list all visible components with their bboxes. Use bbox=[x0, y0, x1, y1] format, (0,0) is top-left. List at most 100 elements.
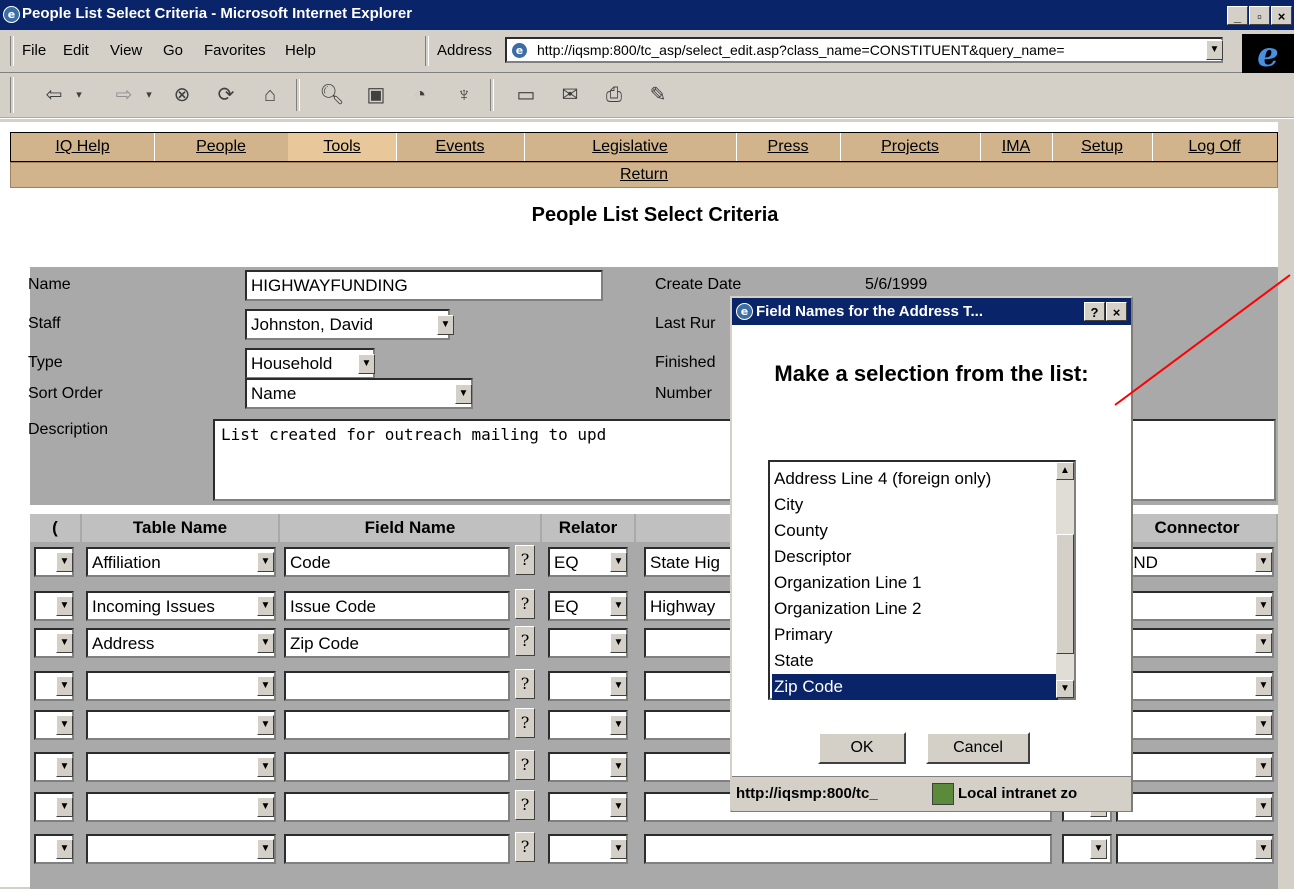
nav-press[interactable]: Press bbox=[736, 133, 841, 161]
nav-people[interactable]: People bbox=[154, 133, 289, 161]
connector-select[interactable] bbox=[1116, 671, 1274, 701]
relator-dropdown-button[interactable]: ▼ bbox=[610, 797, 627, 817]
paren-dropdown-button[interactable]: ▼ bbox=[56, 839, 73, 859]
connector-select[interactable] bbox=[1116, 834, 1274, 864]
forward-icon[interactable]: ⇨ bbox=[110, 81, 138, 109]
table-name-select[interactable] bbox=[86, 752, 276, 782]
field-name-input[interactable] bbox=[284, 752, 510, 782]
field-lookup-button[interactable]: ? bbox=[515, 750, 535, 780]
connector-select[interactable] bbox=[1116, 591, 1274, 621]
menu-file[interactable]: File bbox=[22, 42, 46, 59]
nav-tools[interactable]: Tools bbox=[288, 133, 397, 161]
table-name-dropdown-button[interactable]: ▼ bbox=[257, 797, 274, 817]
fullscreen-icon[interactable]: ▭ bbox=[512, 81, 540, 109]
scroll-up-button[interactable]: ▲ bbox=[1056, 462, 1074, 480]
sort-order-dropdown-button[interactable]: ▼ bbox=[455, 384, 472, 404]
table-name-dropdown-button[interactable]: ▼ bbox=[257, 839, 274, 859]
back-dropdown-icon[interactable]: ▾ bbox=[65, 81, 93, 109]
connector-dropdown-button[interactable]: ▼ bbox=[1255, 797, 1272, 817]
field-lookup-button[interactable]: ? bbox=[515, 669, 535, 699]
list-option[interactable]: Address Line 4 (foreign only) bbox=[772, 466, 1058, 492]
nav-events[interactable]: Events bbox=[396, 133, 525, 161]
field-name-input[interactable] bbox=[284, 671, 510, 701]
menu-favorites[interactable]: Favorites bbox=[204, 42, 266, 59]
paren-dropdown-button[interactable]: ▼ bbox=[56, 552, 73, 572]
dialog-help-button[interactable]: ? bbox=[1084, 302, 1105, 321]
nav-legislative[interactable]: Legislative bbox=[524, 133, 737, 161]
field-name-input[interactable]: Issue Code bbox=[284, 591, 510, 621]
field-name-input[interactable] bbox=[284, 834, 510, 864]
address-dropdown-button[interactable]: ▼ bbox=[1206, 40, 1223, 60]
nav-setup[interactable]: Setup bbox=[1052, 133, 1153, 161]
field-lookup-button[interactable]: ? bbox=[515, 790, 535, 820]
table-name-select[interactable]: Address bbox=[86, 628, 276, 658]
nav-ima[interactable]: IMA bbox=[980, 133, 1053, 161]
list-option[interactable]: Organization Line 2 bbox=[772, 596, 1058, 622]
list-option[interactable]: Zip Code bbox=[772, 674, 1058, 700]
connector-dropdown-button[interactable]: ▼ bbox=[1255, 757, 1272, 777]
paren-dropdown-button[interactable]: ▼ bbox=[56, 676, 73, 696]
paren-dropdown-button[interactable]: ▼ bbox=[56, 757, 73, 777]
cancel-button[interactable]: Cancel bbox=[926, 732, 1030, 764]
relator-dropdown-button[interactable]: ▼ bbox=[610, 757, 627, 777]
dialog-close-button[interactable]: × bbox=[1106, 302, 1127, 321]
menu-edit[interactable]: Edit bbox=[63, 42, 89, 59]
connector-dropdown-button[interactable]: ▼ bbox=[1255, 676, 1272, 696]
maximize-button[interactable]: ▫ bbox=[1249, 6, 1270, 25]
connector-select[interactable]: AND bbox=[1116, 547, 1274, 577]
search-icon[interactable]: 🔍︎ bbox=[318, 81, 346, 109]
connector-dropdown-button[interactable]: ▼ bbox=[1255, 839, 1272, 859]
table-name-select[interactable]: Incoming Issues bbox=[86, 591, 276, 621]
scroll-thumb[interactable] bbox=[1056, 534, 1074, 654]
ok-button[interactable]: OK bbox=[818, 732, 906, 764]
table-name-select[interactable] bbox=[86, 792, 276, 822]
connector-dropdown-button[interactable]: ▼ bbox=[1255, 715, 1272, 735]
paren-dropdown-button[interactable]: ▼ bbox=[56, 633, 73, 653]
field-lookup-button[interactable]: ? bbox=[515, 832, 535, 862]
scroll-down-button[interactable]: ▼ bbox=[1056, 680, 1074, 698]
value-input[interactable] bbox=[644, 834, 1052, 864]
table-name-select[interactable] bbox=[86, 834, 276, 864]
relator-dropdown-button[interactable]: ▼ bbox=[610, 715, 627, 735]
edit-icon[interactable]: ✎ bbox=[644, 81, 672, 109]
paren-dropdown-button[interactable]: ▼ bbox=[56, 715, 73, 735]
address-bar[interactable]: e http://iqsmp:800/tc_asp/select_edit.as… bbox=[505, 37, 1223, 63]
list-option[interactable]: Organization Line 1 bbox=[772, 570, 1058, 596]
relator-dropdown-button[interactable]: ▼ bbox=[610, 596, 627, 616]
field-name-input[interactable] bbox=[284, 710, 510, 740]
history-icon[interactable]: ◔ bbox=[406, 81, 434, 109]
table-name-dropdown-button[interactable]: ▼ bbox=[257, 676, 274, 696]
mail-icon[interactable]: ✉ bbox=[556, 81, 584, 109]
menu-help[interactable]: Help bbox=[285, 42, 316, 59]
table-name-select[interactable]: Affiliation bbox=[86, 547, 276, 577]
channels-icon[interactable]: ♆ bbox=[450, 81, 478, 109]
name-input[interactable]: HIGHWAYFUNDING bbox=[245, 270, 603, 301]
stop-icon[interactable]: ⊗ bbox=[168, 81, 196, 109]
page-scrollbar[interactable] bbox=[1278, 208, 1294, 887]
return-link[interactable]: Return bbox=[10, 162, 1278, 188]
table-name-dropdown-button[interactable]: ▼ bbox=[257, 715, 274, 735]
field-lookup-button[interactable]: ? bbox=[515, 626, 535, 656]
table-name-dropdown-button[interactable]: ▼ bbox=[257, 596, 274, 616]
relator-dropdown-button[interactable]: ▼ bbox=[610, 552, 627, 572]
close-button[interactable]: × bbox=[1271, 6, 1292, 25]
table-name-dropdown-button[interactable]: ▼ bbox=[257, 633, 274, 653]
minimize-button[interactable]: _ bbox=[1227, 6, 1248, 25]
list-option[interactable]: State bbox=[772, 648, 1058, 674]
list-option[interactable]: Descriptor bbox=[772, 544, 1058, 570]
favorites-icon[interactable]: ▣ bbox=[362, 81, 390, 109]
connector-select[interactable] bbox=[1116, 792, 1274, 822]
home-icon[interactable]: ⌂ bbox=[256, 81, 284, 109]
connector-dropdown-button[interactable]: ▼ bbox=[1255, 552, 1272, 572]
type-select[interactable]: Household bbox=[245, 348, 375, 379]
listbox-scrollbar[interactable]: ▲ ▼ bbox=[1056, 462, 1074, 698]
field-name-input[interactable]: Code bbox=[284, 547, 510, 577]
field-name-input[interactable]: Zip Code bbox=[284, 628, 510, 658]
relator-dropdown-button[interactable]: ▼ bbox=[610, 676, 627, 696]
nav-iq-help[interactable]: IQ Help bbox=[11, 133, 155, 161]
paren-dropdown-button[interactable]: ▼ bbox=[56, 797, 73, 817]
list-option[interactable]: Primary bbox=[772, 622, 1058, 648]
paren-dropdown-button[interactable]: ▼ bbox=[56, 596, 73, 616]
field-lookup-button[interactable]: ? bbox=[515, 545, 535, 575]
field-lookup-button[interactable]: ? bbox=[515, 589, 535, 619]
